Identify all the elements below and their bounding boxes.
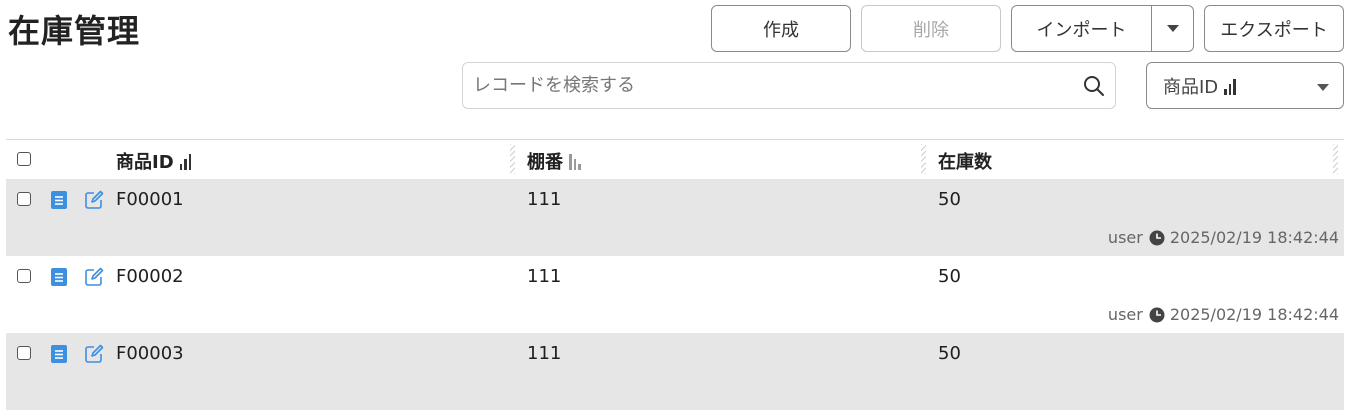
cell-stock: 50 — [938, 343, 961, 364]
delete-button[interactable]: 削除 — [861, 5, 1001, 52]
chevron-down-icon — [1317, 84, 1329, 91]
row-checkbox[interactable] — [17, 192, 31, 206]
cell-product-id: F00002 — [116, 266, 184, 287]
row-checkbox[interactable] — [17, 346, 31, 360]
sort-bars-icon — [1224, 77, 1236, 95]
export-button[interactable]: エクスポート — [1204, 5, 1344, 52]
select-all-checkbox[interactable] — [17, 152, 31, 166]
import-button-group: インポート — [1011, 5, 1194, 52]
edit-icon[interactable] — [84, 190, 104, 210]
document-icon[interactable] — [49, 190, 69, 210]
table-row[interactable]: F00002 111 50 user 2025/02/19 18:42:44 — [6, 256, 1344, 333]
cell-product-id: F00003 — [116, 343, 184, 364]
table-row[interactable]: F00003 111 50 — [6, 333, 1344, 410]
sort-bars-icon — [179, 152, 192, 170]
cell-shelf: 111 — [527, 189, 562, 210]
edit-icon[interactable] — [84, 344, 104, 364]
import-button[interactable]: インポート — [1012, 6, 1152, 51]
edit-icon[interactable] — [84, 267, 104, 287]
row-meta: user 2025/02/19 18:42:44 — [1108, 228, 1339, 247]
column-resizer[interactable] — [1333, 144, 1338, 174]
document-icon[interactable] — [49, 344, 69, 364]
cell-stock: 50 — [938, 189, 961, 210]
column-header-product-id[interactable]: 商品ID — [116, 148, 192, 174]
table-row[interactable]: F00001 111 50 user 2025/02/19 18:42:44 — [6, 179, 1344, 256]
row-timestamp: 2025/02/19 18:42:44 — [1169, 228, 1339, 247]
row-user: user — [1107, 228, 1143, 247]
clock-icon — [1149, 230, 1165, 245]
table-header: 商品ID 棚番 在庫数 — [6, 140, 1344, 179]
cell-shelf: 111 — [527, 343, 562, 364]
column-resizer[interactable] — [921, 144, 926, 174]
row-meta: user 2025/02/19 18:42:44 — [1108, 305, 1339, 324]
search-box — [462, 62, 1116, 109]
column-header-stock[interactable]: 在庫数 — [938, 148, 992, 174]
column-resizer[interactable] — [510, 144, 515, 174]
search-input[interactable] — [463, 63, 1063, 108]
chevron-down-icon — [1166, 25, 1179, 32]
page-title: 在庫管理 — [8, 12, 141, 50]
cell-product-id: F00001 — [116, 189, 184, 210]
document-icon[interactable] — [49, 267, 69, 287]
sort-field-select[interactable]: 商品ID — [1146, 62, 1344, 109]
search-icon[interactable] — [1083, 75, 1105, 97]
cell-shelf: 111 — [527, 266, 562, 287]
sort-bars-icon — [569, 152, 581, 170]
row-user: user — [1107, 305, 1143, 324]
column-header-shelf[interactable]: 棚番 — [527, 148, 581, 174]
sort-field-label: 商品ID — [1163, 76, 1219, 98]
cell-stock: 50 — [938, 266, 961, 287]
row-timestamp: 2025/02/19 18:42:44 — [1169, 305, 1339, 324]
row-checkbox[interactable] — [17, 269, 31, 283]
create-button[interactable]: 作成 — [711, 5, 851, 52]
clock-icon — [1149, 307, 1165, 322]
import-menu-toggle[interactable] — [1152, 6, 1193, 51]
records-table: 商品ID 棚番 在庫数 F00001 111 50 user 2025/02/1… — [6, 139, 1344, 410]
